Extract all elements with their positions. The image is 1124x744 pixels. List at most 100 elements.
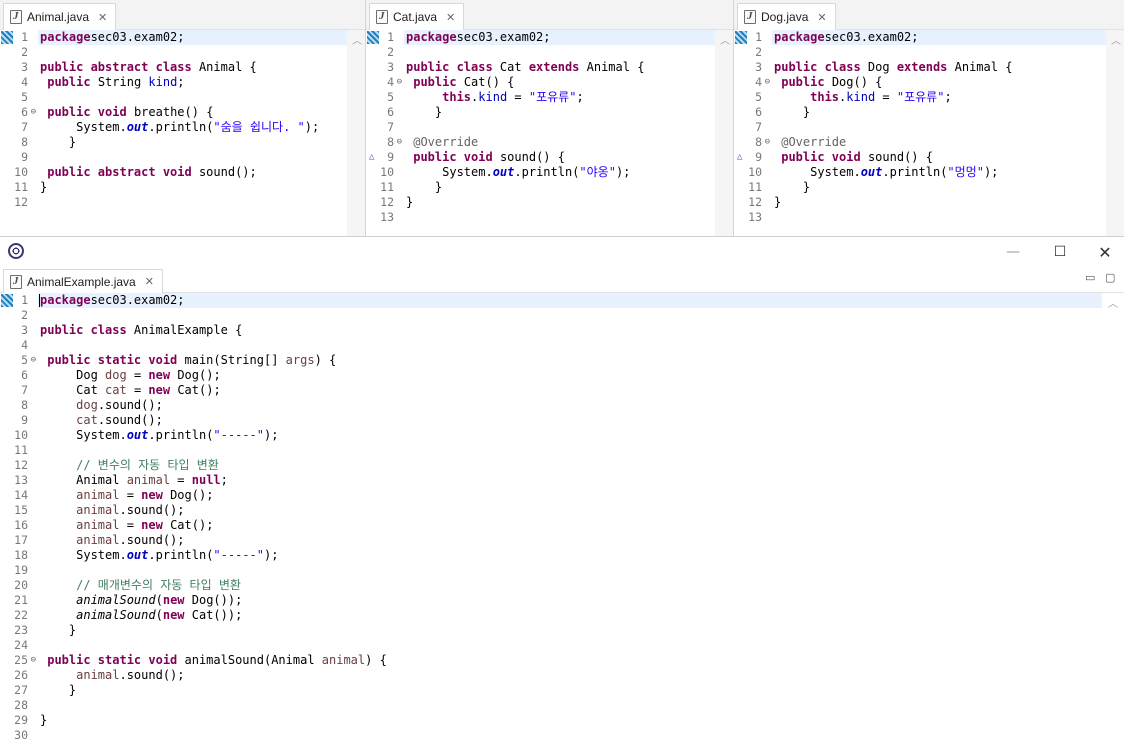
code-line[interactable] [772,120,1106,135]
code-line[interactable]: @Override [772,135,1106,150]
code-line[interactable]: } [38,623,1102,638]
code-line[interactable]: public class AnimalExample { [38,323,1102,338]
code-editor-main[interactable]: 1 2 3 4 5 ⊖ 6 7 8 9 10 11 12 13 14 15 16 17 18 19 20 21 22 23 24… [0,293,1124,744]
code-line[interactable] [38,728,1102,743]
code-line[interactable] [38,698,1102,713]
code-line[interactable]: System.out.println("야옹"); [404,165,715,180]
window-maximize-button[interactable]: ☐ [1037,237,1083,267]
code-line[interactable]: public void breathe() { [38,105,347,120]
code-line[interactable] [38,45,347,60]
code-line[interactable] [404,120,715,135]
code-line[interactable]: } [404,105,715,120]
code-editor[interactable]: 1 2 3 4 ⊖ 5 6 7 8 ⊖ △ 9 10 11 12 13 packagesec03.exam02… [734,30,1124,236]
code-line[interactable] [38,195,347,210]
code-line[interactable] [38,308,1102,323]
vertical-scrollbar[interactable]: ︿ [1106,30,1124,236]
code-line[interactable]: Animal animal = null; [38,473,1102,488]
tab-animalexample-java[interactable]: AnimalExample.java ✕ [3,269,163,293]
code-line[interactable]: animal = new Cat(); [38,518,1102,533]
code-line[interactable]: public static void animalSound(Animal an… [38,653,1102,668]
tab-cat-java[interactable]: Cat.java ✕ [369,3,465,30]
code-line[interactable]: packagesec03.exam02; [772,30,1106,45]
code-line[interactable]: Dog dog = new Dog(); [38,368,1102,383]
code-line[interactable]: animal.sound(); [38,503,1102,518]
code-line[interactable]: System.out.println("멍멍"); [772,165,1106,180]
code-line[interactable]: this.kind = "포유류"; [404,90,715,105]
code-line[interactable]: } [404,180,715,195]
scroll-up-icon[interactable]: ︿ [352,32,362,47]
close-icon[interactable]: ✕ [817,11,826,24]
code-editor[interactable]: 1 2 3 4 5 6 ⊖ 7 8 9 10 11 12 packagesec03.exam02; pub… [0,30,365,236]
code-line[interactable]: @Override [404,135,715,150]
code-line[interactable]: } [404,195,715,210]
window-close-button[interactable]: ✕ [1082,237,1124,267]
code-line[interactable]: animal = new Dog(); [38,488,1102,503]
code-line[interactable]: } [38,180,347,195]
code-line[interactable]: } [38,135,347,150]
code-area[interactable]: packagesec03.exam02; public class Cat ext… [404,30,715,236]
fold-toggle-icon[interactable]: ⊖ [397,135,402,150]
code-line[interactable] [38,338,1102,353]
code-line[interactable] [38,90,347,105]
code-line[interactable]: this.kind = "포유류"; [772,90,1106,105]
code-line[interactable]: // 매개변수의 자동 타입 변환 [38,578,1102,593]
fold-toggle-icon[interactable]: ⊖ [31,105,36,120]
code-line[interactable]: public void sound() { [404,150,715,165]
code-line[interactable]: public String kind; [38,75,347,90]
code-area[interactable]: packagesec03.exam02; public class AnimalE… [38,293,1102,744]
code-line[interactable] [38,443,1102,458]
close-icon[interactable]: ✕ [145,275,154,288]
fold-toggle-icon[interactable]: ⊖ [31,353,36,368]
code-line[interactable] [404,45,715,60]
code-line[interactable] [772,45,1106,60]
code-line[interactable]: cat.sound(); [38,413,1102,428]
code-line[interactable]: Cat cat = new Cat(); [38,383,1102,398]
code-line[interactable]: public abstract void sound(); [38,165,347,180]
view-minimize-button[interactable]: ▭ [1085,271,1095,284]
tab-animal-java[interactable]: Animal.java ✕ [3,3,117,30]
window-titlebar[interactable]: — ☐ ✕ [0,237,1124,267]
code-line[interactable]: packagesec03.exam02; [38,293,1102,308]
close-icon[interactable]: ✕ [98,11,107,24]
vertical-scrollbar[interactable]: ︿ [1102,293,1124,744]
code-line[interactable]: public void sound() { [772,150,1106,165]
code-line[interactable] [772,210,1106,225]
close-icon[interactable]: ✕ [446,11,455,24]
view-maximize-button[interactable]: ▢ [1105,271,1115,284]
code-editor[interactable]: 1 2 3 4 ⊖ 5 6 7 8 ⊖ △ 9 10 11 12 13 packagesec03.exam02… [366,30,733,236]
code-line[interactable]: System.out.println("숨을 쉽니다. "); [38,120,347,135]
code-line[interactable]: public Dog() { [772,75,1106,90]
code-line[interactable] [38,638,1102,653]
scroll-up-icon[interactable]: ︿ [720,32,730,47]
fold-toggle-icon[interactable]: ⊖ [765,75,770,90]
code-line[interactable]: System.out.println("-----"); [38,548,1102,563]
code-line[interactable]: // 변수의 자동 타입 변환 [38,458,1102,473]
code-area[interactable]: packagesec03.exam02; public abstract clas… [38,30,347,236]
code-line[interactable]: public class Dog extends Animal { [772,60,1106,75]
code-line[interactable]: public static void main(String[] args) { [38,353,1102,368]
code-line[interactable] [38,150,347,165]
code-line[interactable]: packagesec03.exam02; [38,30,347,45]
code-line[interactable] [404,210,715,225]
code-line[interactable]: } [772,105,1106,120]
code-area[interactable]: packagesec03.exam02; public class Dog ext… [772,30,1106,236]
code-line[interactable]: } [772,195,1106,210]
code-line[interactable]: public class Cat extends Animal { [404,60,715,75]
code-line[interactable]: public abstract class Animal { [38,60,347,75]
code-line[interactable]: } [772,180,1106,195]
code-line[interactable]: packagesec03.exam02; [404,30,715,45]
code-line[interactable] [38,563,1102,578]
scroll-up-icon[interactable]: ︿ [1108,295,1118,310]
scroll-up-icon[interactable]: ︿ [1111,32,1121,47]
code-line[interactable]: } [38,713,1102,728]
code-line[interactable]: System.out.println("-----"); [38,428,1102,443]
code-line[interactable]: dog.sound(); [38,398,1102,413]
code-line[interactable]: animal.sound(); [38,533,1102,548]
code-line[interactable]: } [38,683,1102,698]
tab-dog-java[interactable]: Dog.java ✕ [737,3,836,30]
code-line[interactable]: animal.sound(); [38,668,1102,683]
vertical-scrollbar[interactable]: ︿ [715,30,733,236]
window-minimize-button[interactable]: — [990,237,1036,267]
code-line[interactable]: animalSound(new Cat()); [38,608,1102,623]
fold-toggle-icon[interactable]: ⊖ [397,75,402,90]
